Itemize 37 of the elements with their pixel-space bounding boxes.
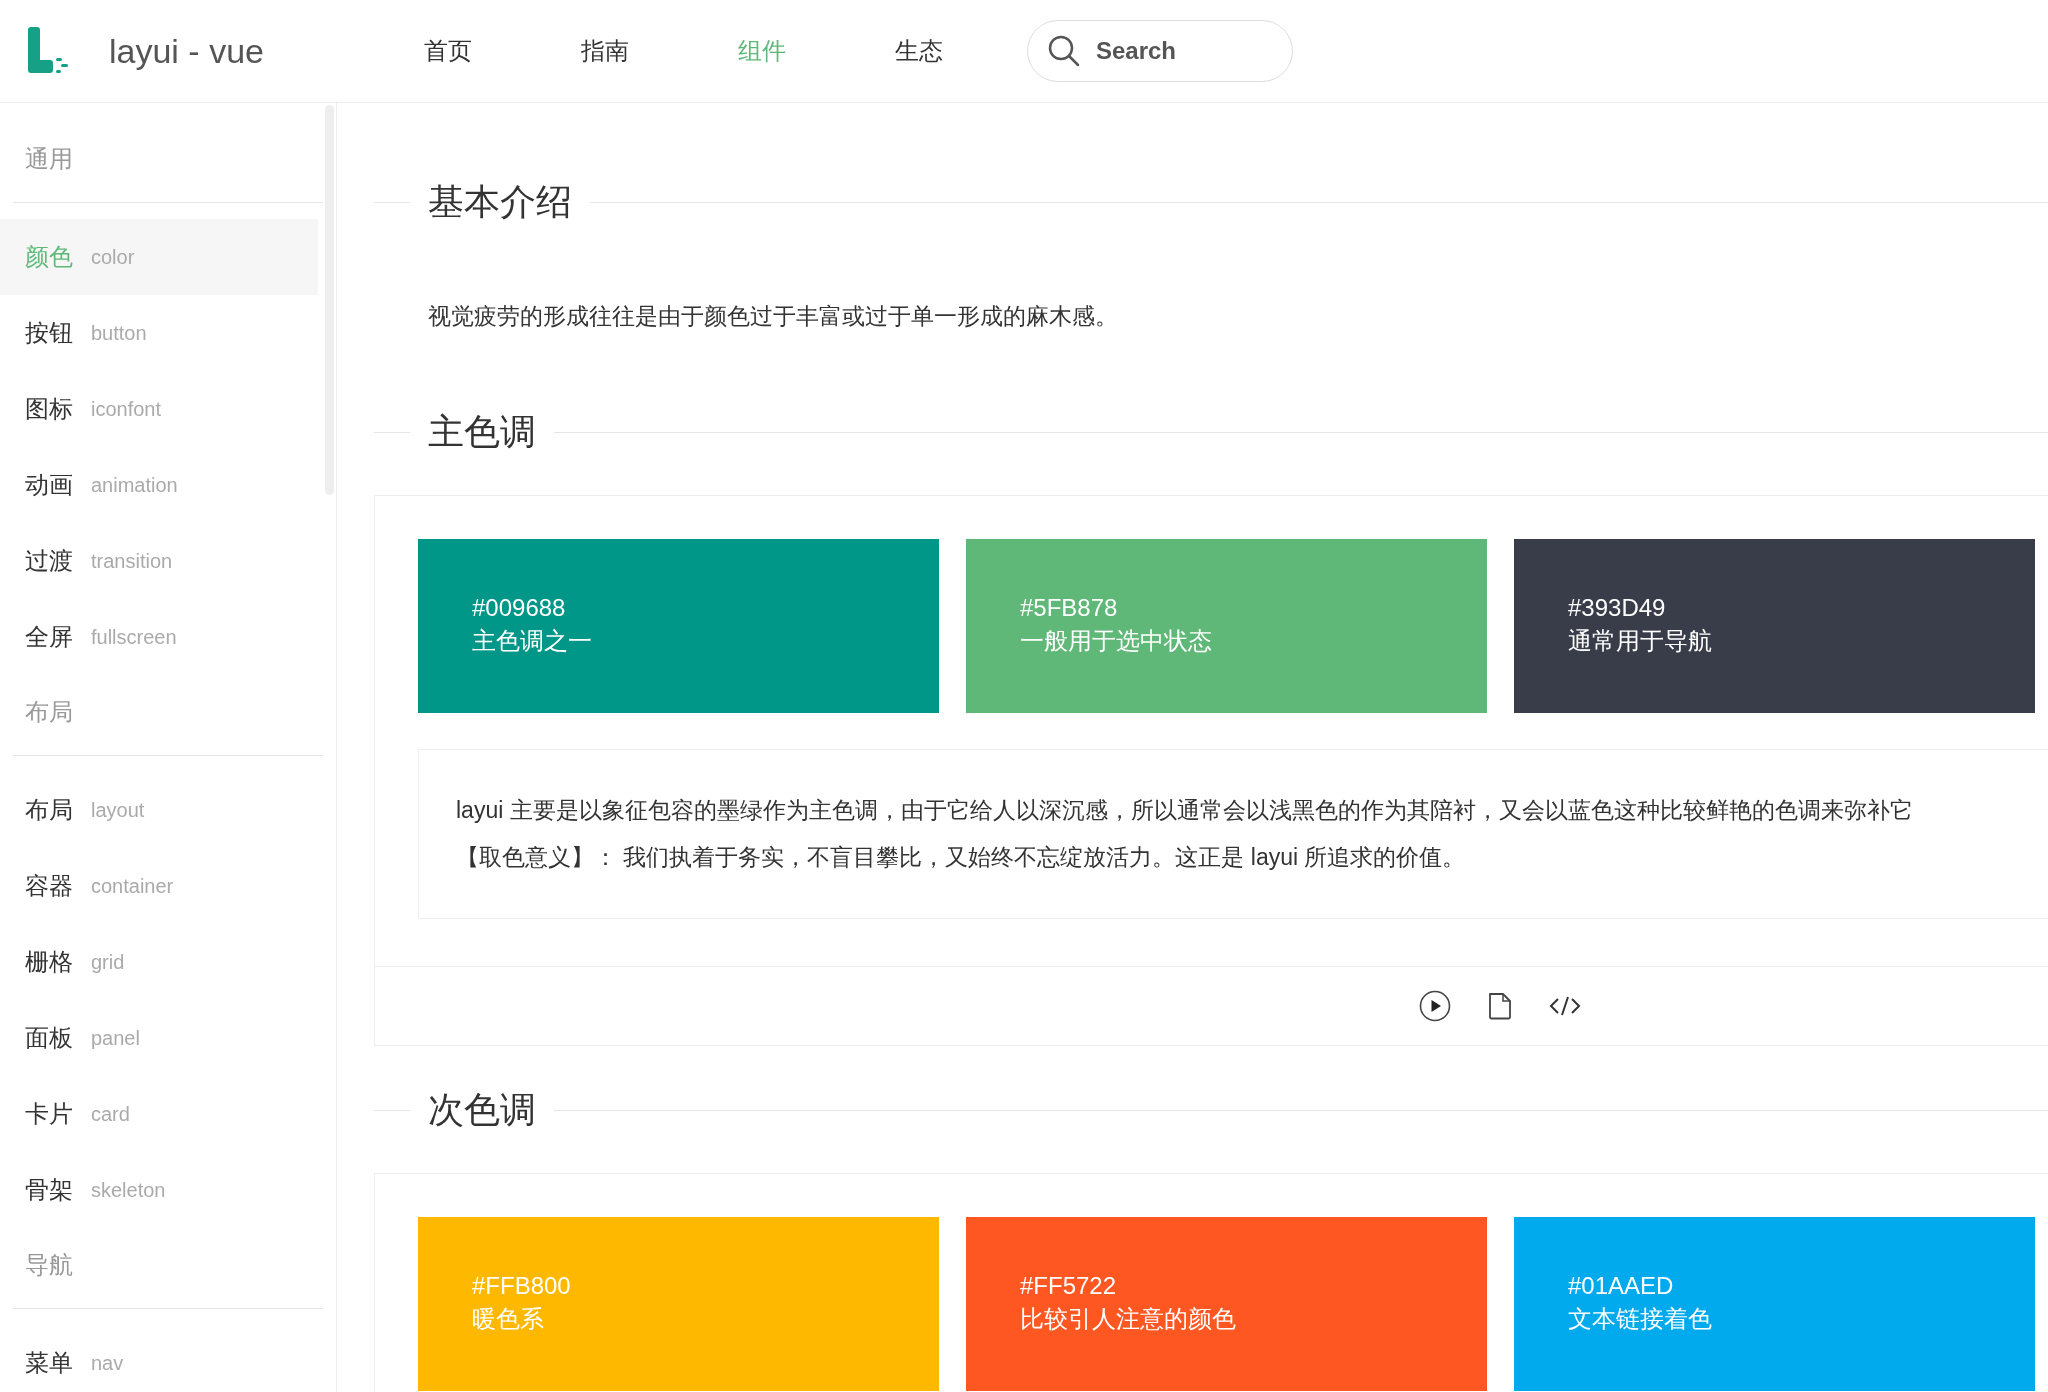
menu-item[interactable]: 过渡 transition [0, 523, 318, 599]
menu-group-title: 导航 [24, 1250, 74, 1280]
play-icon[interactable] [1419, 990, 1451, 1022]
section-heading: 次色调 [428, 1087, 536, 1132]
nav-link[interactable]: 首页 [423, 35, 472, 67]
menu-item[interactable]: 全屏 fullscreen [0, 599, 318, 675]
description-text: layui 主要是以象征包容的墨绿作为主色调，由于它给人以深沉感，所以通常会以浅黑色的作为其陪衬，又会以蓝色这种比较鲜艳的色调来弥补它 [456, 796, 1914, 825]
section-heading: 主色调 [428, 409, 536, 454]
menu-item[interactable]: 按钮 button [0, 295, 318, 371]
site-title: layui - vue [109, 31, 264, 71]
color-swatch: #FF5722 比较引人注意的颜色 [966, 1217, 1487, 1391]
color-swatch: #393D49 通常用于导航 [1514, 539, 2035, 713]
menu-group-title: 通用 [24, 144, 74, 174]
nav-link[interactable]: 指南 [580, 35, 629, 67]
menu-item[interactable]: 骨架 skeleton [0, 1152, 318, 1228]
menu-item[interactable]: 卡片 card [0, 1076, 318, 1152]
menu-item[interactable]: 图标 iconfont [0, 371, 318, 447]
menu-item[interactable]: 菜单 nav [0, 1325, 318, 1392]
section-heading: 基本介绍 [428, 179, 572, 224]
menu-item[interactable]: 布局 layout [0, 772, 318, 848]
menu-item[interactable]: 面板 panel [0, 1000, 318, 1076]
color-swatch: #5FB878 一般用于选中状态 [966, 539, 1487, 713]
color-swatch: #009688 主色调之一 [418, 539, 939, 713]
file-icon[interactable] [1487, 992, 1513, 1020]
menu-item[interactable]: 容器 container [0, 848, 318, 924]
nav-link[interactable]: 生态 [894, 35, 943, 67]
color-swatch: #01AAED 文本链接着色 [1514, 1217, 2035, 1391]
intro-text: 视觉疲劳的形成往往是由于颜色过于丰富或过于单一形成的麻木感。 [428, 302, 1119, 331]
code-icon[interactable] [1549, 995, 1581, 1017]
search-field[interactable]: Search [1026, 20, 1293, 82]
color-swatch: #FFB800 暖色系 [418, 1217, 939, 1391]
menu-item[interactable]: 栅格 grid [0, 924, 318, 1000]
search-icon [1046, 34, 1081, 68]
menu-item[interactable]: 动画 animation [0, 447, 318, 523]
menu-group-title: 布局 [24, 697, 74, 727]
logo-icon [25, 26, 71, 76]
description-text: 【取色意义】： 我们执着于务实，不盲目攀比，又始终不忘绽放活力。这正是 layui 所追求的价值。 [456, 843, 1467, 872]
